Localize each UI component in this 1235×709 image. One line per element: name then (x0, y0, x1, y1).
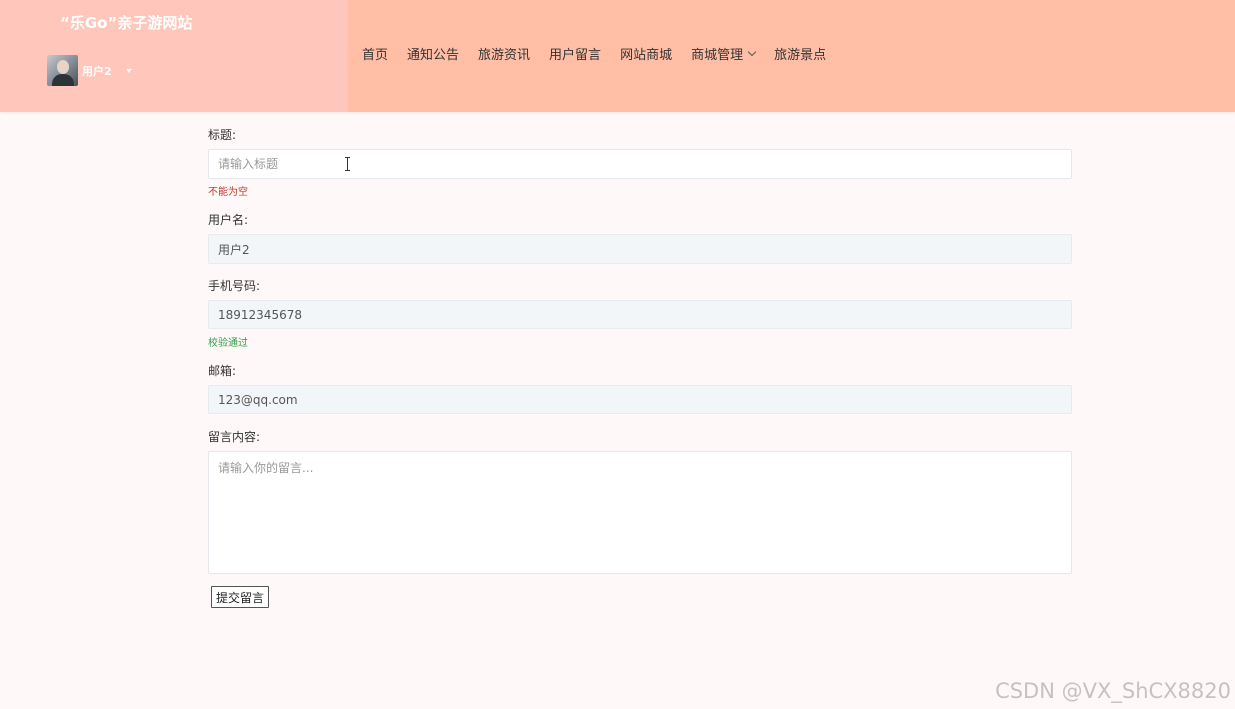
site-title[interactable]: “乐Go”亲子游网站 (60, 12, 192, 33)
nav-item-shop-management-label: 商城管理 (691, 48, 744, 63)
phone-label: 手机号码: (208, 279, 261, 293)
user-name[interactable]: 用户2 (82, 63, 112, 79)
nav-item-travel-news[interactable]: 旅游资讯 (478, 44, 530, 63)
phone-valid-hint: 校验通过 (208, 338, 248, 349)
email-label: 邮箱: (208, 364, 237, 378)
avatar-body (52, 74, 74, 86)
nav-item-home[interactable]: 首页 (362, 44, 388, 63)
username-label: 用户名: (208, 213, 249, 227)
avatar-face (57, 60, 69, 74)
nav-item-notices[interactable]: 通知公告 (407, 44, 459, 63)
nav-item-shop-management[interactable]: 商城管理 (691, 44, 757, 63)
phone-input[interactable] (208, 300, 1072, 329)
title-input[interactable] (208, 149, 1072, 179)
avatar[interactable] (47, 55, 78, 86)
username-input[interactable] (208, 234, 1072, 264)
submit-button[interactable]: 提交留言 (211, 586, 270, 608)
user-menu[interactable]: 用户2 (47, 55, 132, 86)
text-cursor-icon (345, 157, 350, 171)
nav-item-user-messages[interactable]: 用户留言 (549, 44, 601, 63)
brand-panel: “乐Go”亲子游网站 用户2 (0, 0, 348, 112)
nav-item-attractions[interactable]: 旅游景点 (774, 44, 826, 63)
nav-panel: 首页 通知公告 旅游资讯 用户留言 网站商城 商城管理 旅游景点 (348, 0, 1235, 112)
main-nav: 首页 通知公告 旅游资讯 用户留言 网站商城 商城管理 旅游景点 (362, 44, 845, 63)
content-textarea[interactable] (208, 451, 1072, 574)
watermark: CSDN @VX_ShCX8820 (995, 679, 1231, 703)
title-label: 标题: (208, 128, 237, 142)
chevron-down-icon (747, 47, 757, 56)
content-label: 留言内容: (208, 430, 261, 444)
email-input[interactable] (208, 385, 1072, 414)
caret-down-icon[interactable] (125, 68, 132, 73)
nav-item-shop[interactable]: 网站商城 (620, 44, 672, 63)
top-header: “乐Go”亲子游网站 用户2 首页 通知公告 旅游资讯 用户留言 网站商城 商城… (0, 0, 1235, 112)
title-error-hint: 不能为空 (208, 187, 248, 198)
